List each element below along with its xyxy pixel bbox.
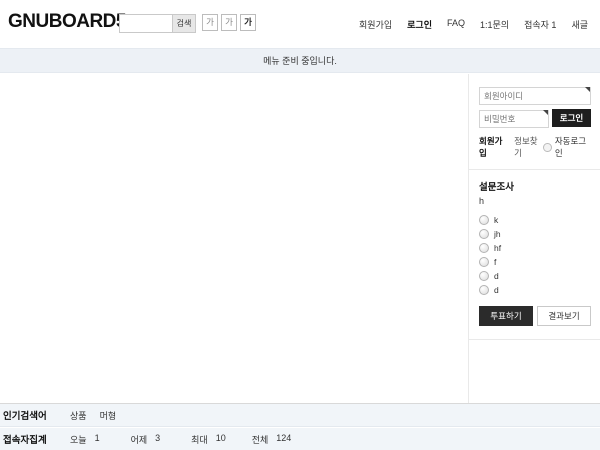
radio-icon[interactable] — [479, 229, 489, 239]
login-links: 회원가입 정보찾기 자동로그인 — [479, 135, 591, 159]
menu-notice-band: 메뉴 준비 중입니다. — [0, 48, 600, 73]
stat-value: 1 — [95, 433, 107, 446]
stat-max: 최대 10 — [191, 433, 228, 446]
sidebar: 로그인 회원가입 정보찾기 자동로그인 설문조사 h k — [468, 74, 600, 403]
poll-option-label: d — [494, 271, 499, 281]
nav-signup[interactable]: 회원가입 — [359, 18, 392, 31]
stat-name: 오늘 — [70, 433, 87, 446]
nav-inquiry[interactable]: 1:1문의 — [480, 18, 509, 31]
poll-option-label: f — [494, 257, 496, 267]
radio-icon[interactable] — [479, 215, 489, 225]
poll-option-label: hf — [494, 243, 501, 253]
site-logo[interactable]: GNUBOARD5 — [8, 11, 126, 33]
stat-value: 124 — [276, 433, 291, 446]
poll-results-button[interactable]: 결과보기 — [537, 306, 591, 326]
password-row: 로그인 — [479, 109, 591, 128]
poll-option[interactable]: f — [479, 257, 591, 267]
poll-buttons: 투표하기 결과보기 — [479, 306, 591, 326]
gnuboard-page: GNUBOARD5 검색 가 가 가 회원가입 로그인 FAQ 1:1문의 접속… — [0, 0, 600, 450]
login-box: 로그인 회원가입 정보찾기 자동로그인 — [469, 74, 600, 170]
auto-login-label: 자동로그인 — [555, 135, 591, 159]
signup-link[interactable]: 회원가입 — [479, 135, 508, 159]
visitor-stats-label: 접속자집계 — [0, 432, 70, 446]
search-form: 검색 — [119, 14, 196, 33]
password-wrap — [479, 109, 549, 128]
auto-login-toggle[interactable]: 자동로그인 — [543, 135, 591, 159]
font-size-large-button[interactable]: 가 — [240, 14, 256, 31]
main-area: 로그인 회원가입 정보찾기 자동로그인 설문조사 h k — [0, 74, 600, 404]
header: GNUBOARD5 검색 가 가 가 회원가입 로그인 FAQ 1:1문의 접속… — [0, 0, 600, 48]
stat-value: 10 — [216, 433, 228, 446]
poll-question: h — [479, 196, 591, 206]
poll-option-label: jh — [494, 229, 501, 239]
nav-login[interactable]: 로그인 — [407, 18, 432, 31]
popular-search-item[interactable]: 머형 — [100, 409, 117, 422]
poll-option[interactable]: d — [479, 271, 591, 281]
poll-option-label: d — [494, 285, 499, 295]
popular-search-links: 상품 머형 — [70, 409, 116, 422]
visitor-stats: 오늘 1 어제 3 최대 10 전체 124 — [70, 433, 315, 446]
poll-option[interactable]: k — [479, 215, 591, 225]
radio-icon[interactable] — [479, 257, 489, 267]
stat-today: 오늘 1 — [70, 433, 107, 446]
member-id-wrap — [479, 86, 591, 105]
poll-box: 설문조사 h k jh hf f — [469, 170, 600, 340]
popular-search-item[interactable]: 상품 — [70, 409, 87, 422]
radio-icon[interactable] — [479, 285, 489, 295]
font-size-controls: 가 가 가 — [202, 14, 256, 31]
password-input[interactable] — [479, 110, 549, 128]
search-button[interactable]: 검색 — [172, 14, 196, 33]
radio-icon[interactable] — [479, 271, 489, 281]
poll-option[interactable]: hf — [479, 243, 591, 253]
radio-icon[interactable] — [479, 243, 489, 253]
top-navigation: 회원가입 로그인 FAQ 1:1문의 접속자 1 새글 — [359, 18, 588, 31]
auto-login-checkbox[interactable] — [543, 143, 551, 152]
poll-option[interactable]: d — [479, 285, 591, 295]
stat-name: 어제 — [131, 433, 148, 446]
stat-value: 3 — [155, 433, 167, 446]
find-info-link[interactable]: 정보찾기 — [514, 135, 543, 159]
popular-search-row: 인기검색어 상품 머형 — [0, 404, 600, 427]
nav-new-posts[interactable]: 새글 — [571, 18, 588, 31]
nav-visitors[interactable]: 접속자 1 — [524, 18, 556, 31]
popular-search-label: 인기검색어 — [0, 408, 70, 422]
nav-faq[interactable]: FAQ — [447, 18, 465, 31]
login-button[interactable]: 로그인 — [552, 109, 591, 127]
member-id-input[interactable] — [479, 87, 591, 105]
poll-title: 설문조사 — [479, 179, 591, 193]
font-size-small-button[interactable]: 가 — [202, 14, 218, 31]
font-size-medium-button[interactable]: 가 — [221, 14, 237, 31]
stat-name: 전체 — [252, 433, 269, 446]
poll-option[interactable]: jh — [479, 229, 591, 239]
stat-name: 최대 — [191, 433, 208, 446]
main-content-empty — [0, 74, 468, 403]
stat-yesterday: 어제 3 — [131, 433, 168, 446]
visitor-stats-row: 접속자집계 오늘 1 어제 3 최대 10 전체 124 — [0, 428, 600, 450]
stat-total: 전체 124 — [252, 433, 292, 446]
poll-option-label: k — [494, 215, 498, 225]
vote-button[interactable]: 투표하기 — [479, 306, 533, 326]
search-input[interactable] — [119, 14, 172, 33]
menu-notice-text: 메뉴 준비 중입니다. — [263, 54, 337, 67]
